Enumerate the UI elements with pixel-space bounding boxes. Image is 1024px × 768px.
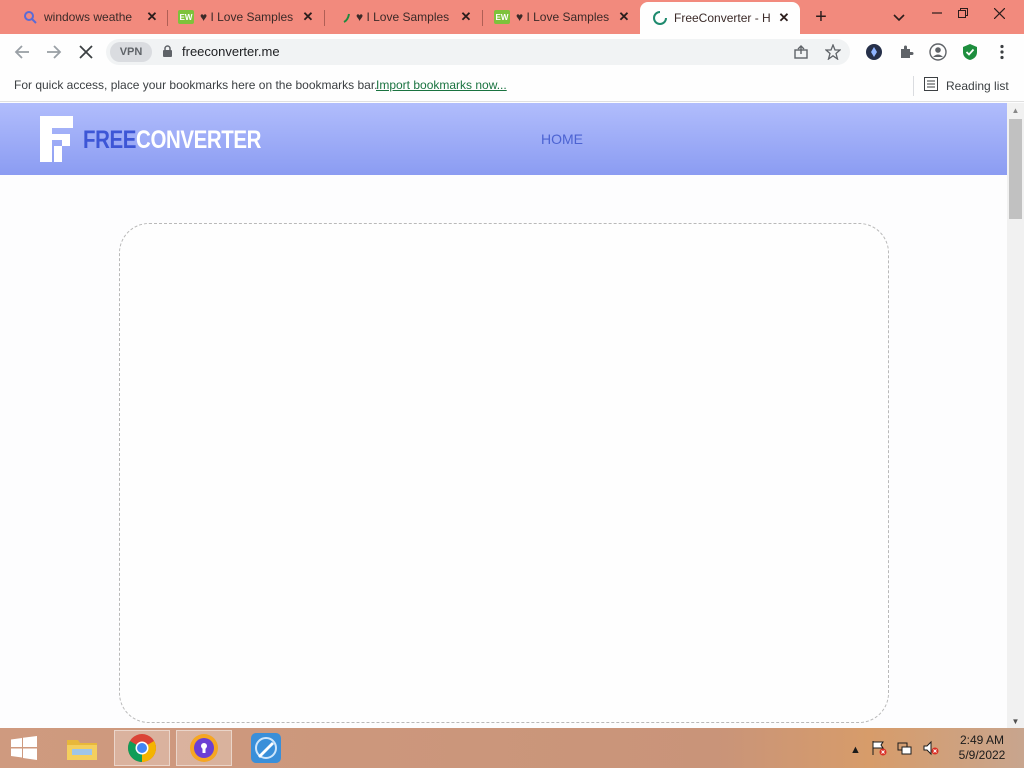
scroll-up-arrow-icon[interactable]: ▲ [1007,103,1024,117]
new-tab-button[interactable]: + [810,6,832,28]
tab-i-love-samples-1[interactable]: EW ♥ I Love Samples ✕ [168,0,324,34]
tab-title: ♥ I Love Samples [356,10,450,24]
system-tray: ▲ [850,740,939,759]
tab-title: FreeConverter - H [674,11,771,25]
more-options-icon[interactable] [992,42,1012,62]
ew-icon: EW [178,9,194,25]
reading-list-label: Reading list [946,78,1009,93]
close-icon[interactable]: ✕ [300,9,316,25]
tab-strip: windows weathe ✕ EW ♥ I Love Samples ✕ ♥… [0,0,1024,34]
close-window-icon[interactable] [988,4,1010,22]
close-icon[interactable]: ✕ [776,10,792,26]
back-arrow-icon[interactable] [12,42,32,62]
forward-arrow-icon[interactable] [44,42,64,62]
vpn-button[interactable]: VPN [110,42,152,62]
folder-icon [67,740,97,760]
clock-time: 2:49 AM [959,733,1005,747]
chrome-icon [128,734,156,762]
restore-icon[interactable] [952,4,974,22]
tab-windows-weather[interactable]: windows weathe ✕ [0,0,168,34]
import-bookmarks-link[interactable]: Import bookmarks now... [376,78,507,92]
speaker-muted-icon[interactable] [923,740,939,759]
close-icon[interactable]: ✕ [144,9,160,25]
puzzle-extensions-icon[interactable] [896,42,916,62]
windows-taskbar: ▲ 2:49 AM 5/9/2022 [0,728,1024,768]
close-icon[interactable]: ✕ [616,9,632,25]
chevron-down-icon[interactable] [890,8,908,26]
shield-icon[interactable] [960,42,980,62]
pen-app-icon [251,733,281,763]
tab-title: windows weathe [44,10,133,24]
extension-vpn-icon[interactable] [864,42,884,62]
star-icon[interactable] [824,43,842,61]
logo-text: FREECONVERTER [83,125,262,154]
address-bar[interactable]: VPN freeconverter.me [106,39,850,65]
nav-home-link[interactable]: HOME [541,131,583,147]
network-icon[interactable] [897,740,913,759]
ew-icon: EW [494,9,510,25]
loading-icon [652,10,668,26]
tab-freeconverter[interactable]: FreeConverter - H ✕ [640,2,800,34]
scroll-thumb[interactable] [1009,119,1022,219]
app-button[interactable] [238,730,294,766]
site-header: FREECONVERTER HOME [0,103,1007,175]
windows-logo-icon [11,736,37,760]
profile-icon[interactable] [928,42,948,62]
chrome-button[interactable] [114,730,170,766]
close-icon[interactable]: ✕ [458,9,474,25]
lock-icon[interactable] [162,45,173,63]
tab-title: ♥ I Love Samples [200,10,294,24]
start-button[interactable] [0,730,48,766]
file-drop-zone[interactable] [119,223,889,723]
vpn-app-button[interactable] [176,730,232,766]
file-explorer-button[interactable] [54,730,110,766]
lock-shield-icon [190,734,218,762]
clock-date: 5/9/2022 [958,748,1006,762]
scrollbar[interactable]: ▲ ▼ [1007,103,1024,728]
site-logo[interactable]: FREECONVERTER [40,116,300,164]
scroll-down-arrow-icon[interactable]: ▼ [1007,714,1024,728]
browser-toolbar: VPN freeconverter.me [0,34,1024,70]
action-center-flag-icon[interactable] [871,740,887,759]
reading-list-icon [924,77,938,94]
bookmarks-bar: For quick access, place your bookmarks h… [0,70,1024,102]
bookmarks-hint-text: For quick access, place your bookmarks h… [14,78,378,92]
stop-loading-icon[interactable] [76,42,96,62]
share-icon[interactable] [792,43,810,61]
chevron-up-icon[interactable]: ▲ [850,744,861,756]
system-clock[interactable]: 2:49 AM 5/9/2022 [952,733,1012,763]
divider [913,76,914,96]
reading-list-button[interactable]: Reading list [924,77,1009,94]
tab-title: ♥ I Love Samples [516,10,610,24]
logo-f-icon [40,116,73,162]
tab-i-love-samples-3[interactable]: EW ♥ I Love Samples ✕ [482,0,640,34]
url-text[interactable]: freeconverter.me [182,44,280,59]
loading-icon [342,9,352,25]
search-icon [22,9,38,25]
web-page: FREECONVERTER HOME [0,103,1007,728]
minimize-icon[interactable] [926,4,948,22]
tab-i-love-samples-2[interactable]: ♥ I Love Samples ✕ [324,0,482,34]
